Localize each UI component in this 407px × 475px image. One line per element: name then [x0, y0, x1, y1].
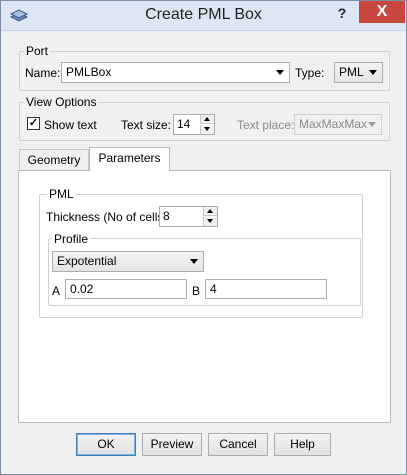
spin-up-button[interactable] [203, 207, 217, 216]
thickness-spinbox[interactable]: 8 [159, 206, 218, 227]
close-button[interactable]: X [359, 1, 405, 23]
arrow-down-icon [207, 219, 213, 223]
chevron-down-icon [369, 70, 377, 75]
text-place-combobox[interactable]: MaxMaxMax [294, 114, 382, 135]
preview-button[interactable]: Preview [142, 433, 202, 456]
a-input[interactable]: 0.02 [65, 279, 187, 299]
parameters-tab-panel: PML Thickness (No of cells) 8 Profile Ex… [18, 170, 391, 423]
b-value: 4 [210, 282, 217, 296]
text-size-label: Text size: [121, 118, 172, 132]
title-bar[interactable]: Create PML Box ? X [1, 1, 406, 31]
chevron-down-icon [276, 70, 284, 75]
show-text-label[interactable]: Show text [44, 118, 97, 132]
type-value: PML [339, 65, 364, 79]
a-label: A [52, 284, 61, 298]
spin-down-button[interactable] [203, 217, 217, 226]
help-title-button[interactable]: ? [329, 3, 355, 23]
b-input[interactable]: 4 [205, 279, 327, 299]
spin-down-button[interactable] [200, 125, 214, 134]
show-text-checkbox[interactable]: ✓ [27, 117, 40, 130]
profile-combobox[interactable]: Expotential [52, 251, 204, 272]
tab-geometry[interactable]: Geometry [19, 149, 89, 171]
arrow-down-icon [204, 127, 210, 131]
arrow-up-icon [204, 117, 210, 121]
help-button[interactable]: Help [274, 433, 331, 456]
chevron-down-icon [368, 122, 376, 127]
spin-up-button[interactable] [200, 115, 214, 124]
name-value: PMLBox [66, 65, 112, 79]
name-label: Name: [25, 66, 61, 80]
tab-parameters[interactable]: Parameters [89, 147, 170, 171]
chevron-down-icon [190, 259, 198, 264]
text-place-value: MaxMaxMax [299, 117, 368, 131]
close-icon: X [376, 3, 388, 20]
view-options-group-title: View Options [24, 95, 99, 109]
type-combobox[interactable]: PML [334, 62, 383, 83]
profile-group-title: Profile [52, 232, 91, 246]
dialog-window: Create PML Box ? X Port Name: PMLBox Typ… [0, 0, 407, 475]
arrow-up-icon [207, 209, 213, 213]
checkmark-icon: ✓ [28, 117, 39, 129]
thickness-label: Thickness (No of cells) [46, 210, 168, 224]
type-label: Type: [295, 66, 325, 80]
pml-group-title: PML [47, 187, 76, 201]
cancel-button[interactable]: Cancel [208, 433, 268, 456]
port-group-title: Port [24, 44, 51, 58]
ok-button[interactable]: OK [76, 433, 136, 456]
profile-value: Expotential [57, 254, 117, 268]
text-size-value: 14 [177, 117, 191, 131]
thickness-value: 8 [163, 209, 170, 223]
a-value: 0.02 [70, 282, 94, 296]
b-label: B [192, 284, 201, 298]
text-place-label: Text place: [237, 118, 295, 132]
name-combobox[interactable]: PMLBox [61, 62, 290, 83]
text-size-spinbox[interactable]: 14 [173, 114, 215, 135]
